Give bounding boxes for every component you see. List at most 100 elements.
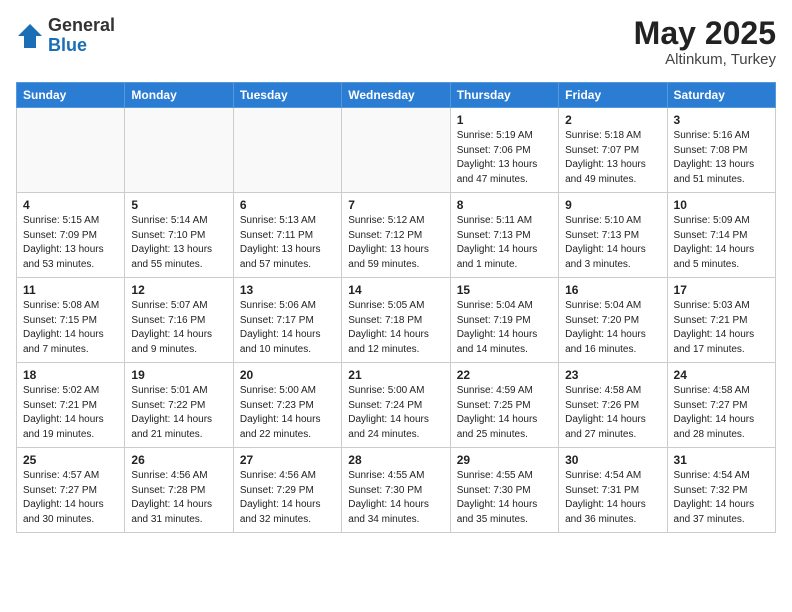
week-row-5: 25 Sunrise: 4:57 AMSunset: 7:27 PMDayligh…	[17, 448, 776, 533]
day-number: 5	[131, 198, 226, 212]
calendar-cell: 15Sunrise: 5:04 AMSunset: 7:19 PMDayligh…	[450, 278, 558, 363]
week-row-2: 4Sunrise: 5:15 AMSunset: 7:09 PMDaylight…	[17, 193, 776, 278]
calendar-cell: 27 Sunrise: 4:56 AMSunset: 7:29 PMDayligh…	[233, 448, 341, 533]
day-number: 30	[565, 453, 660, 467]
day-info: Sunrise: 5:18 AMSunset: 7:07 PMDaylight:…	[565, 129, 660, 187]
day-info: Sunrise: 5:04 AMSunset: 7:19 PMDaylight:…	[457, 299, 552, 357]
weekday-header-monday: Monday	[125, 83, 233, 108]
day-number: 9	[565, 198, 660, 212]
calendar-cell: 28 Sunrise: 4:55 AMSunset: 7:30 PMDayligh…	[342, 448, 450, 533]
day-info: Sunrise: 4:56 AMSunset: 7:29 PMDaylight:…	[240, 469, 335, 527]
calendar-cell: 1Sunrise: 5:19 AMSunset: 7:06 PMDaylight…	[450, 108, 558, 193]
weekday-header-thursday: Thursday	[450, 83, 558, 108]
calendar-cell: 23Sunrise: 4:58 AMSunset: 7:26 PMDayligh…	[559, 363, 667, 448]
day-info: Sunrise: 5:13 AMSunset: 7:11 PMDaylight:…	[240, 214, 335, 272]
calendar-cell: 5 Sunrise: 5:14 AMSunset: 7:10 PMDaylight…	[125, 193, 233, 278]
day-number: 23	[565, 368, 660, 382]
day-number: 25	[23, 453, 118, 467]
calendar-cell: 6 Sunrise: 5:13 AMSunset: 7:11 PMDaylight…	[233, 193, 341, 278]
weekday-header-tuesday: Tuesday	[233, 83, 341, 108]
day-info: Sunrise: 5:05 AMSunset: 7:18 PMDaylight:…	[348, 299, 443, 357]
day-number: 18	[23, 368, 118, 382]
calendar-cell: 8Sunrise: 5:11 AMSunset: 7:13 PMDaylight…	[450, 193, 558, 278]
calendar-cell: 14 Sunrise: 5:05 AMSunset: 7:18 PMDayligh…	[342, 278, 450, 363]
day-info: Sunrise: 4:56 AMSunset: 7:28 PMDaylight:…	[131, 469, 226, 527]
calendar-subtitle: Altinkum, Turkey	[634, 51, 776, 68]
calendar-cell: 4Sunrise: 5:15 AMSunset: 7:09 PMDaylight…	[17, 193, 125, 278]
day-number: 11	[23, 283, 118, 297]
day-info: Sunrise: 5:12 AMSunset: 7:12 PMDaylight:…	[348, 214, 443, 272]
calendar-cell: 25 Sunrise: 4:57 AMSunset: 7:27 PMDayligh…	[17, 448, 125, 533]
calendar-cell: 7 Sunrise: 5:12 AMSunset: 7:12 PMDaylight…	[342, 193, 450, 278]
day-number: 27	[240, 453, 335, 467]
calendar-cell: 26Sunrise: 4:56 AMSunset: 7:28 PMDayligh…	[125, 448, 233, 533]
day-number: 31	[674, 453, 769, 467]
week-row-3: 11 Sunrise: 5:08 AMSunset: 7:15 PMDayligh…	[17, 278, 776, 363]
calendar-cell: 22 Sunrise: 4:59 AMSunset: 7:25 PMDayligh…	[450, 363, 558, 448]
calendar-cell: 3Sunrise: 5:16 AMSunset: 7:08 PMDaylight…	[667, 108, 775, 193]
day-number: 16	[565, 283, 660, 297]
day-number: 14	[348, 283, 443, 297]
day-info: Sunrise: 5:01 AMSunset: 7:22 PMDaylight:…	[131, 384, 226, 442]
day-info: Sunrise: 5:07 AMSunset: 7:16 PMDaylight:…	[131, 299, 226, 357]
calendar-cell: 9 Sunrise: 5:10 AMSunset: 7:13 PMDaylight…	[559, 193, 667, 278]
day-number: 12	[131, 283, 226, 297]
day-number: 28	[348, 453, 443, 467]
day-info: Sunrise: 4:57 AMSunset: 7:27 PMDaylight:…	[23, 469, 118, 527]
day-info: Sunrise: 4:59 AMSunset: 7:25 PMDaylight:…	[457, 384, 552, 442]
day-info: Sunrise: 4:58 AMSunset: 7:27 PMDaylight:…	[674, 384, 769, 442]
day-info: Sunrise: 5:15 AMSunset: 7:09 PMDaylight:…	[23, 214, 118, 272]
weekday-header-saturday: Saturday	[667, 83, 775, 108]
calendar-cell: 21 Sunrise: 5:00 AMSunset: 7:24 PMDayligh…	[342, 363, 450, 448]
weekday-header-sunday: Sunday	[17, 83, 125, 108]
weekday-header-row: SundayMondayTuesdayWednesdayThursdayFrid…	[17, 83, 776, 108]
day-number: 1	[457, 113, 552, 127]
day-number: 7	[348, 198, 443, 212]
day-info: Sunrise: 5:00 AMSunset: 7:24 PMDaylight:…	[348, 384, 443, 442]
title-block: May 2025 Altinkum, Turkey	[634, 16, 776, 68]
logo-icon	[16, 22, 44, 50]
calendar-cell: 19Sunrise: 5:01 AMSunset: 7:22 PMDayligh…	[125, 363, 233, 448]
calendar-cell: 18 Sunrise: 5:02 AMSunset: 7:21 PMDayligh…	[17, 363, 125, 448]
calendar-cell	[125, 108, 233, 193]
week-row-4: 18 Sunrise: 5:02 AMSunset: 7:21 PMDayligh…	[17, 363, 776, 448]
weekday-header-friday: Friday	[559, 83, 667, 108]
calendar-cell: 24Sunrise: 4:58 AMSunset: 7:27 PMDayligh…	[667, 363, 775, 448]
calendar-cell: 20Sunrise: 5:00 AMSunset: 7:23 PMDayligh…	[233, 363, 341, 448]
day-number: 22	[457, 368, 552, 382]
day-info: Sunrise: 5:16 AMSunset: 7:08 PMDaylight:…	[674, 129, 769, 187]
day-info: Sunrise: 4:54 AMSunset: 7:32 PMDaylight:…	[674, 469, 769, 527]
calendar-cell	[17, 108, 125, 193]
day-info: Sunrise: 5:06 AMSunset: 7:17 PMDaylight:…	[240, 299, 335, 357]
page-header: General Blue May 2025 Altinkum, Turkey	[16, 16, 776, 68]
day-info: Sunrise: 5:02 AMSunset: 7:21 PMDaylight:…	[23, 384, 118, 442]
day-info: Sunrise: 4:55 AMSunset: 7:30 PMDaylight:…	[457, 469, 552, 527]
weekday-header-wednesday: Wednesday	[342, 83, 450, 108]
day-info: Sunrise: 5:00 AMSunset: 7:23 PMDaylight:…	[240, 384, 335, 442]
day-info: Sunrise: 4:55 AMSunset: 7:30 PMDaylight:…	[348, 469, 443, 527]
day-number: 8	[457, 198, 552, 212]
day-info: Sunrise: 4:54 AMSunset: 7:31 PMDaylight:…	[565, 469, 660, 527]
day-number: 21	[348, 368, 443, 382]
logo-blue-text: Blue	[48, 35, 87, 55]
day-info: Sunrise: 5:09 AMSunset: 7:14 PMDaylight:…	[674, 214, 769, 272]
day-info: Sunrise: 5:03 AMSunset: 7:21 PMDaylight:…	[674, 299, 769, 357]
calendar-table: SundayMondayTuesdayWednesdayThursdayFrid…	[16, 82, 776, 533]
day-info: Sunrise: 5:14 AMSunset: 7:10 PMDaylight:…	[131, 214, 226, 272]
day-info: Sunrise: 5:08 AMSunset: 7:15 PMDaylight:…	[23, 299, 118, 357]
calendar-cell: 11 Sunrise: 5:08 AMSunset: 7:15 PMDayligh…	[17, 278, 125, 363]
calendar-cell: 16 Sunrise: 5:04 AMSunset: 7:20 PMDayligh…	[559, 278, 667, 363]
logo: General Blue	[16, 16, 115, 56]
logo-general-text: General	[48, 15, 115, 35]
calendar-title: May 2025	[634, 16, 776, 51]
calendar-cell: 2Sunrise: 5:18 AMSunset: 7:07 PMDaylight…	[559, 108, 667, 193]
day-info: Sunrise: 5:10 AMSunset: 7:13 PMDaylight:…	[565, 214, 660, 272]
day-number: 10	[674, 198, 769, 212]
calendar-cell: 31 Sunrise: 4:54 AMSunset: 7:32 PMDayligh…	[667, 448, 775, 533]
day-number: 17	[674, 283, 769, 297]
calendar-cell: 30 Sunrise: 4:54 AMSunset: 7:31 PMDayligh…	[559, 448, 667, 533]
calendar-cell	[233, 108, 341, 193]
day-info: Sunrise: 5:04 AMSunset: 7:20 PMDaylight:…	[565, 299, 660, 357]
day-number: 6	[240, 198, 335, 212]
calendar-cell: 13Sunrise: 5:06 AMSunset: 7:17 PMDayligh…	[233, 278, 341, 363]
